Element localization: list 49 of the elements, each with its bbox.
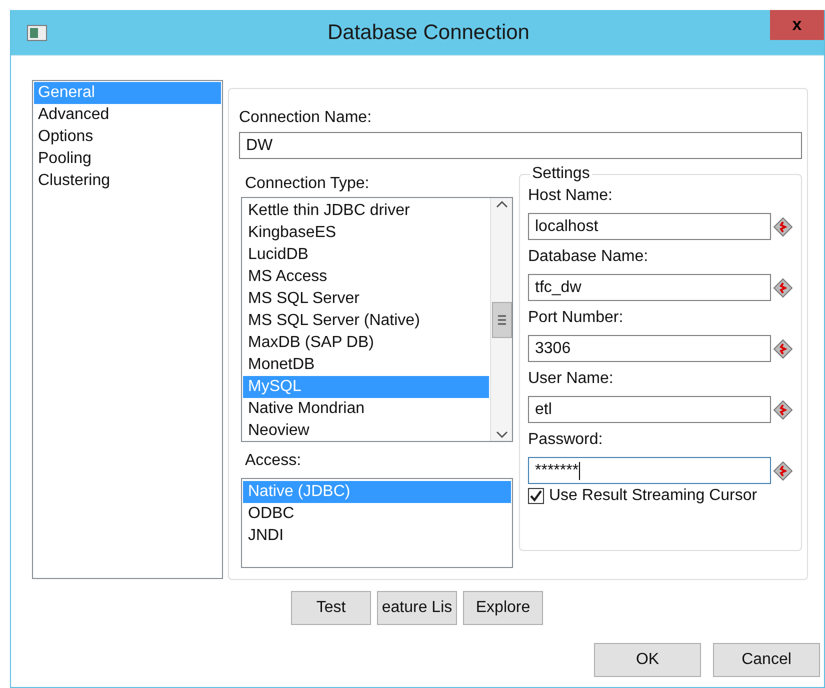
- field-label: User Name:: [528, 369, 614, 389]
- checkbox[interactable]: [528, 488, 544, 504]
- connection-type-item[interactable]: Kettle thin JDBC driver: [243, 200, 489, 222]
- text-field[interactable]: etl: [528, 396, 771, 423]
- connection-type-item[interactable]: MaxDB (SAP DB): [243, 332, 489, 354]
- field-label: Host Name:: [528, 186, 614, 206]
- connection-type-item[interactable]: MS Access: [243, 266, 489, 288]
- scroll-down-icon[interactable]: [496, 431, 508, 439]
- text-field[interactable]: localhost: [528, 213, 771, 240]
- sidebar-item[interactable]: Pooling: [34, 148, 221, 170]
- field-label: Port Number:: [528, 308, 624, 328]
- scroll-up-icon[interactable]: [496, 200, 508, 208]
- scroll-thumb-icon[interactable]: [492, 302, 512, 338]
- checkbox-label: Use Result Streaming Cursor: [549, 487, 758, 505]
- required-icon: [773, 338, 793, 358]
- connection-name-field[interactable]: DW: [239, 132, 802, 159]
- connection-type-item[interactable]: MS SQL Server (Native): [243, 310, 489, 332]
- window-title: Database Connection: [326, 20, 530, 44]
- sidebar-item[interactable]: Advanced: [34, 104, 221, 126]
- field-label: Database Name:: [528, 247, 650, 267]
- connection-type-item[interactable]: MonetDB: [243, 354, 489, 376]
- connection-type-item[interactable]: KingbaseES: [243, 222, 489, 244]
- text-field[interactable]: *******: [528, 457, 771, 484]
- connection-type-item[interactable]: MS SQL Server: [243, 288, 489, 310]
- action-button[interactable]: Explore: [463, 591, 543, 625]
- close-button[interactable]: x: [770, 10, 824, 40]
- sidebar-item[interactable]: Clustering: [34, 170, 221, 192]
- connection-name-label: Connection Name:: [239, 108, 373, 128]
- field-label: Password:: [528, 430, 604, 450]
- action-button[interactable]: Test: [291, 591, 371, 625]
- access-item[interactable]: ODBC: [243, 503, 511, 525]
- text-field[interactable]: 3306: [528, 335, 771, 362]
- required-icon: [773, 400, 793, 420]
- text-field[interactable]: tfc_dw: [528, 274, 771, 301]
- connection-type-item[interactable]: LucidDB: [243, 244, 489, 266]
- dialog-button[interactable]: OK: [594, 643, 701, 677]
- access-label: Access:: [244, 451, 302, 471]
- connection-type-item[interactable]: Native Mondrian: [243, 398, 489, 420]
- connection-type-item[interactable]: Neoview: [243, 420, 489, 441]
- settings-legend: Settings: [530, 165, 592, 183]
- connection-type-label: Connection Type:: [244, 174, 370, 194]
- required-icon: [773, 460, 793, 480]
- action-button[interactable]: eature Lis: [377, 591, 457, 625]
- access-item[interactable]: JNDI: [243, 525, 511, 547]
- app-icon: [27, 24, 47, 40]
- sidebar-item[interactable]: Options: [34, 126, 221, 148]
- dialog-button[interactable]: Cancel: [713, 643, 820, 677]
- required-icon: [773, 278, 793, 298]
- required-icon: [773, 216, 793, 236]
